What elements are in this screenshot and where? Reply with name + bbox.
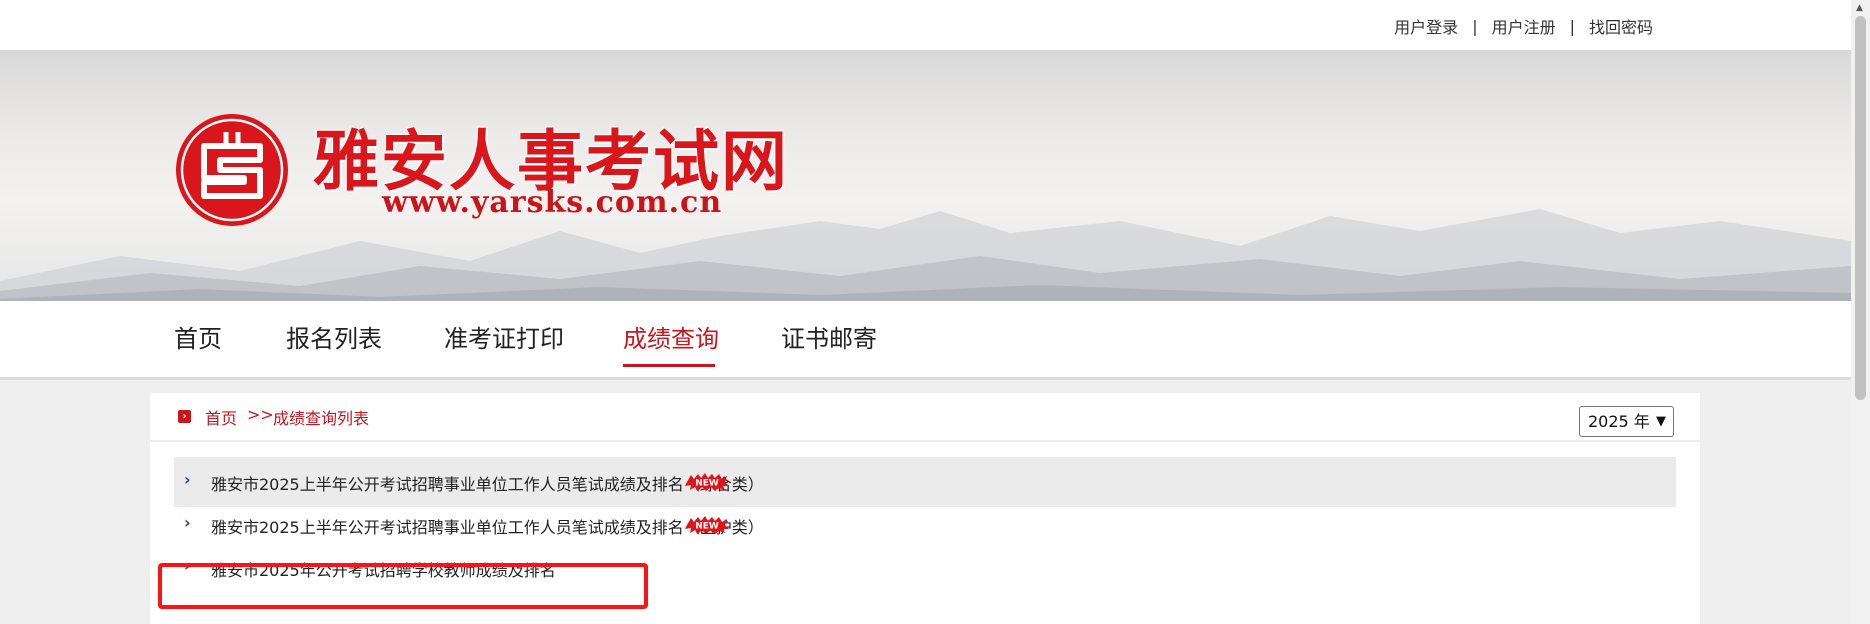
- chevron-down-icon: ▼: [1656, 414, 1666, 429]
- year-select-value: 2025 年: [1588, 412, 1650, 431]
- breadcrumb-separator: >>: [247, 405, 274, 424]
- list-item-title: 雅安市2025上半年公开考试招聘事业单位工作人员笔试成绩及排名（医护类）: [211, 518, 764, 537]
- nav-certificate-mailing[interactable]: 证书邮寄: [781, 319, 877, 354]
- svg-text:NEW: NEW: [695, 479, 719, 489]
- breadcrumb-home-link[interactable]: 首页: [205, 405, 237, 429]
- link-separator: |: [1569, 16, 1575, 36]
- list-item-title: 雅安市2025上半年公开考试招聘事业单位工作人员笔试成绩及排名（综合类）: [211, 475, 764, 494]
- nav-admission-ticket[interactable]: 准考证打印: [444, 319, 564, 354]
- account-links: 用户登录 | 用户注册 | 找回密码: [1394, 14, 1653, 38]
- new-badge-icon: NEW: [685, 473, 729, 491]
- recover-password-link[interactable]: 找回密码: [1589, 14, 1653, 38]
- year-select[interactable]: 2025 年 ▼: [1579, 406, 1674, 437]
- header-banner: 雅安人事考试网 www.yarsks.com.cn: [0, 50, 1851, 301]
- scroll-up-icon[interactable]: ▲: [1856, 3, 1863, 13]
- svg-text:NEW: NEW: [695, 522, 719, 532]
- new-badge-icon: NEW: [685, 516, 729, 534]
- site-url: www.yarsks.com.cn: [382, 185, 723, 220]
- chevron-right-icon: ›: [184, 513, 191, 532]
- link-separator: |: [1472, 16, 1478, 36]
- breadcrumb-arrow-icon: ›: [178, 410, 191, 423]
- active-nav-indicator: [623, 364, 715, 367]
- breadcrumb: › 首页 >> 成绩查询列表 2025 年 ▼: [150, 393, 1700, 442]
- login-link[interactable]: 用户登录: [1394, 14, 1458, 38]
- register-link[interactable]: 用户注册: [1492, 14, 1556, 38]
- content-panel: › 首页 >> 成绩查询列表 2025 年 ▼ › 雅安市2025上半年公开考试…: [150, 393, 1700, 624]
- breadcrumb-current: 成绩查询列表: [273, 409, 370, 428]
- nav-home[interactable]: 首页: [174, 319, 222, 354]
- chevron-right-icon: ›: [184, 470, 191, 489]
- nav-score-query[interactable]: 成绩查询: [623, 319, 719, 354]
- nav-registration-list[interactable]: 报名列表: [286, 319, 382, 354]
- highlight-annotation: [158, 563, 648, 609]
- logo-seal-icon: [176, 114, 288, 226]
- main-nav: 首页 报名列表 准考证打印 成绩查询 证书邮寄: [0, 301, 1851, 380]
- scrollbar-thumb[interactable]: [1855, 16, 1866, 400]
- vertical-scrollbar[interactable]: ▲: [1851, 0, 1870, 624]
- top-bar: 用户登录 | 用户注册 | 找回密码: [0, 0, 1851, 50]
